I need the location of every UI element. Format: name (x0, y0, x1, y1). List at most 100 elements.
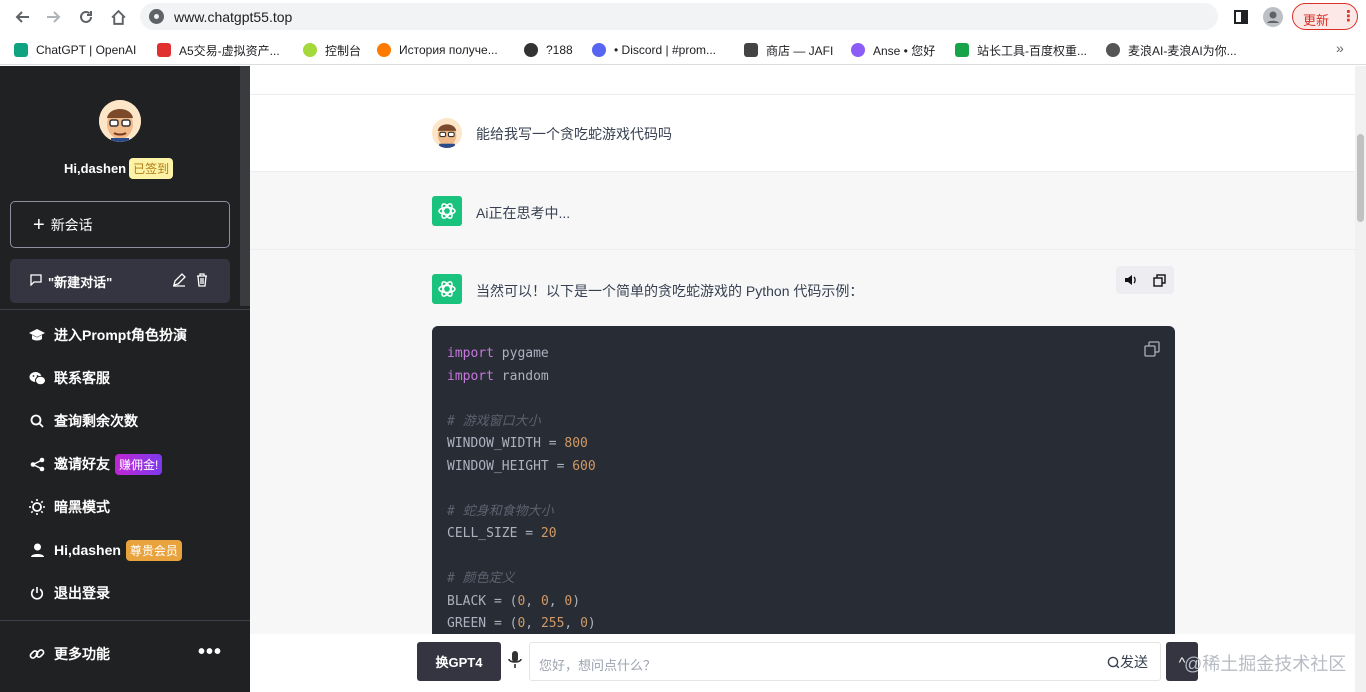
bookmark-label: 麦浪AI-麦浪AI为你... (1128, 43, 1237, 58)
power-icon (28, 584, 46, 602)
sidebar-divider (0, 309, 250, 310)
menu-label: Hi,dashen (54, 542, 121, 558)
microphone-icon[interactable] (508, 650, 526, 672)
copy-icon[interactable] (1145, 266, 1174, 294)
bookmark-item[interactable]: 商店 — JAFI (744, 41, 833, 59)
code-token: BLACK = ( (447, 593, 518, 609)
copy-code-icon[interactable] (1144, 341, 1160, 357)
scrollbar-thumb[interactable] (1357, 134, 1364, 222)
reload-icon[interactable] (74, 5, 98, 29)
sidebar-item-dark-mode[interactable]: 暗黑模式 (28, 497, 110, 517)
bookmark-item[interactable]: История получе... (377, 41, 498, 59)
sidebar-item-user-profile[interactable]: Hi,dashen 尊贵会员 (28, 539, 182, 561)
switch-gpt4-button[interactable]: 换GPT4 (417, 642, 501, 681)
code-line: # 颜色定义 (447, 568, 596, 591)
plus-icon: + (33, 213, 45, 236)
code-token: ) (572, 593, 581, 609)
menu-label: 查询剩余次数 (54, 413, 138, 429)
code-line: WINDOW_WIDTH = 800 (447, 433, 596, 456)
send-icon (1107, 656, 1120, 668)
side-panel-icon[interactable] (1230, 6, 1252, 28)
code-content: import pygame import random # 游戏窗口大小 WINDO… (447, 343, 596, 636)
bookmark-favicon-icon (157, 43, 171, 57)
main-scrollbar[interactable] (1355, 66, 1366, 692)
sidebar-item-more-features[interactable]: 更多功能 (28, 644, 110, 664)
edit-icon[interactable] (172, 273, 188, 289)
sun-icon (28, 498, 46, 516)
code-token: WINDOW_WIDTH = (447, 436, 565, 451)
more-options-icon[interactable]: ••• (198, 642, 222, 662)
message-input-placeholder: 您好，想问点什么？ (539, 658, 657, 673)
code-token: , (525, 593, 541, 609)
bookmark-label: 站长工具-百度权重... (977, 43, 1087, 58)
bookmark-label: A5交易-虚拟资产... (179, 43, 280, 58)
graduation-cap-icon (28, 326, 46, 344)
code-token: pygame (493, 346, 549, 361)
sidebar-item-prompt-roleplay[interactable]: 进入Prompt角色扮演 (28, 325, 187, 345)
sidebar-item-contact-support[interactable]: 联系客服 (28, 368, 110, 388)
site-info-icon[interactable] (149, 9, 164, 24)
bookmark-favicon-icon (592, 43, 606, 57)
greeting-text: Hi,dashen (64, 161, 127, 176)
sidebar: Hi,dashen 已签到 + 新会话 "新建对话" 进入Prompt角色扮演 … (0, 66, 250, 692)
bookmark-label: ?188 (546, 43, 573, 57)
bookmark-item[interactable]: ChatGPT | OpenAI (14, 41, 136, 59)
code-token: 20 (540, 526, 557, 541)
wechat-icon (28, 369, 46, 387)
user-message-text: 能给我写一个贪吃蛇游戏代码吗 (476, 126, 672, 142)
back-arrow-icon[interactable] (10, 5, 34, 29)
menu-label: 更多功能 (54, 646, 110, 662)
sidebar-item-logout[interactable]: 退出登录 (28, 583, 110, 603)
openai-logo-icon (432, 196, 462, 226)
new-chat-button[interactable]: + 新会话 (10, 201, 230, 248)
speaker-icon[interactable] (1116, 266, 1145, 294)
bookmark-label: ChatGPT | OpenAI (36, 43, 137, 57)
sidebar-item-invite-friends[interactable]: 邀请好友 赚佣金! (28, 453, 163, 475)
sidebar-divider (0, 620, 250, 621)
bookmark-item[interactable]: Anse • 您好 (851, 41, 935, 59)
code-token: GREEN = ( (447, 616, 518, 631)
bookmarks-overflow-button[interactable]: » (1336, 40, 1344, 56)
profile-avatar-icon[interactable] (1262, 6, 1284, 28)
bookmark-favicon-icon (1106, 43, 1120, 57)
link-icon (28, 645, 46, 663)
user-icon (28, 541, 46, 559)
share-icon (28, 455, 46, 473)
send-button[interactable]: 发送 (1107, 652, 1148, 672)
bookmark-item[interactable]: A5交易-虚拟资产... (157, 41, 280, 59)
earn-commission-badge: 赚佣金! (115, 453, 163, 475)
vip-badge: 尊贵会员 (125, 539, 182, 561)
send-label: 发送 (1120, 654, 1148, 670)
code-block: import pygame import random # 游戏窗口大小 WINDO… (432, 326, 1175, 646)
update-button[interactable]: 更新 ⋮ (1292, 3, 1358, 30)
trash-icon[interactable] (195, 273, 211, 289)
chat-panel: 能给我写一个贪吃蛇游戏代码吗 Ai正在思考中... 当然可以！以下是一个简单的贪… (250, 66, 1355, 692)
bookmark-item[interactable]: 麦浪AI-麦浪AI为你... (1106, 41, 1237, 59)
sidebar-scrollbar[interactable] (240, 66, 250, 306)
message-input[interactable]: 您好，想问点什么？ (529, 642, 1161, 681)
new-chat-label: 新会话 (50, 216, 93, 233)
bookmark-item[interactable]: 站长工具-百度权重... (955, 41, 1087, 59)
address-bar[interactable]: www.chatgpt55.top (140, 3, 1218, 30)
code-token: 0 (580, 616, 588, 631)
conversation-title: "新建对话" (48, 274, 113, 290)
bookmarks-bar: ChatGPT | OpenAI A5交易-虚拟资产... 控制台 Истори… (0, 34, 1366, 65)
code-token: random (493, 368, 549, 384)
code-line: BLACK = (0, 0, 0) (447, 591, 596, 614)
home-icon[interactable] (106, 5, 130, 29)
bookmark-label: • Discord | #prom... (614, 43, 717, 57)
bookmark-favicon-icon (744, 43, 758, 57)
update-label: 更新 (1303, 13, 1330, 28)
conversation-item[interactable]: "新建对话" (10, 259, 230, 303)
bookmark-item[interactable]: ?188 (524, 41, 573, 59)
browser-menu-icon[interactable]: ⋮ (1341, 7, 1356, 25)
sidebar-item-query-remaining[interactable]: 查询剩余次数 (28, 411, 138, 431)
avatar[interactable] (99, 100, 141, 142)
bookmark-item[interactable]: 控制台 (303, 41, 361, 59)
forward-arrow-icon[interactable] (42, 5, 66, 29)
bookmark-item[interactable]: • Discord | #prom... (592, 41, 716, 59)
code-line: WINDOW_HEIGHT = 600 (447, 456, 596, 479)
bookmark-favicon-icon (955, 43, 969, 57)
